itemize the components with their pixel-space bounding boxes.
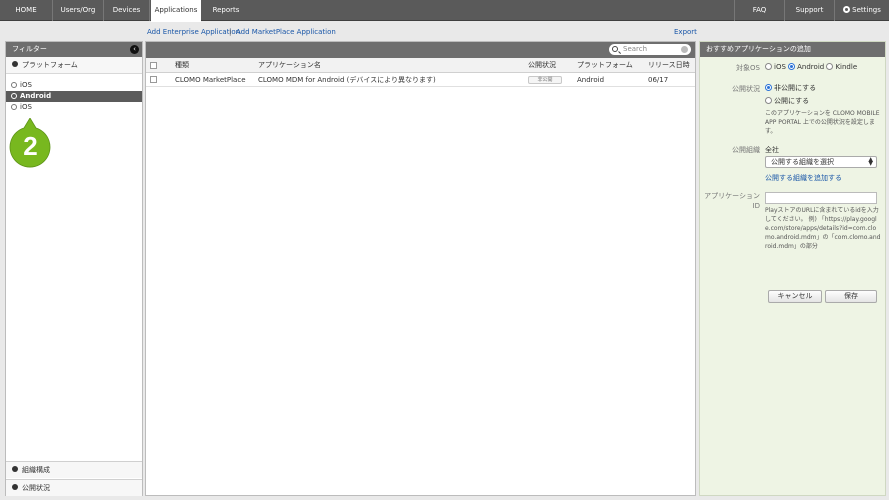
org-label: 公開組織 — [732, 146, 760, 154]
expand-dot-icon — [12, 466, 18, 472]
settings-label: Settings — [852, 6, 881, 14]
platform-option-ios-2[interactable]: iOS — [6, 102, 142, 113]
status-option-public[interactable]: 公開にする — [765, 96, 809, 106]
table-header: 種類 アプリケーション名 公開状況 プラットフォーム リリース日時 — [146, 58, 695, 73]
option-label: iOS — [20, 103, 32, 111]
row-release-date: 06/17 — [648, 76, 669, 84]
radio-icon — [11, 104, 17, 110]
header-type[interactable]: 種類 — [175, 58, 189, 73]
filter-title: フィルター — [12, 45, 47, 53]
save-button[interactable]: 保存 — [825, 290, 877, 303]
status-option-private[interactable]: 非公開にする — [765, 83, 816, 93]
app-id-input[interactable] — [765, 192, 877, 204]
row-checkbox[interactable] — [150, 76, 157, 83]
radio-selected-icon — [788, 63, 796, 70]
platform-section[interactable]: プラットフォーム — [6, 57, 142, 74]
org-value: 全社 — [765, 146, 779, 154]
row-app-name[interactable]: CLOMO MDM for Android (デバイスにより異なります) — [258, 73, 436, 87]
radio-selected-icon — [765, 84, 772, 91]
export-link[interactable]: Export — [674, 28, 697, 36]
application-table: Search 種類 アプリケーション名 公開状況 プラットフォーム リリース日時… — [145, 41, 696, 496]
target-os-label: 対象OS — [736, 64, 760, 72]
radio-icon — [765, 63, 772, 70]
table-toolbar: Search — [146, 42, 695, 58]
top-navigation: HOME Users/Org Devices Applications Repo… — [0, 0, 889, 22]
app-id-label: アプリケーション ID — [704, 192, 760, 210]
updown-icon: ▲ ▼ — [868, 156, 873, 167]
search-input[interactable]: Search — [609, 44, 691, 55]
radio-icon — [11, 82, 17, 88]
expand-dot-icon — [12, 484, 18, 490]
radio-icon — [11, 93, 17, 99]
table-row[interactable]: CLOMO MarketPlace CLOMO MDM for Android … — [146, 73, 695, 87]
os-option-android[interactable]: Android — [788, 63, 824, 71]
add-org-link[interactable]: 公開する組織を追加する — [765, 173, 842, 183]
add-marketplace-link[interactable]: Add MarketPlace Application — [236, 28, 336, 36]
status-badge: 非公開 — [528, 76, 562, 84]
row-type: CLOMO MarketPlace — [175, 76, 246, 84]
expand-dot-icon — [12, 61, 18, 67]
app-id-help-text: PlayストアのURLに含まれているidを入力してください。 例) 「https… — [765, 207, 881, 250]
org-select[interactable]: 公開する組織を選択 ▲ ▼ — [765, 156, 877, 168]
status-help-text: このアプリケーションを CLOMO MOBILE APP PORTAL 上での公… — [765, 110, 880, 135]
os-option-kindle[interactable]: Kindle — [826, 63, 857, 71]
filter-header: フィルター ‹ — [6, 42, 142, 57]
header-status[interactable]: 公開状況 — [528, 58, 556, 73]
radio-icon — [765, 97, 772, 104]
add-enterprise-link[interactable]: Add Enterprise Application — [147, 28, 240, 36]
os-kindle-label: Kindle — [835, 63, 858, 71]
nav-faq[interactable]: FAQ — [734, 0, 784, 21]
option-label: iOS — [20, 81, 32, 89]
os-option-ios[interactable]: iOS — [765, 63, 786, 71]
nav-applications[interactable]: Applications — [151, 0, 201, 22]
radio-icon — [826, 63, 834, 70]
step-number: 2 — [23, 131, 37, 161]
status-private-label: 非公開にする — [774, 84, 817, 92]
search-icon — [612, 46, 618, 52]
gear-icon — [843, 6, 851, 13]
header-app-name[interactable]: アプリケーション名 — [258, 58, 321, 73]
nav-home[interactable]: HOME — [0, 0, 53, 21]
org-section-label: 組織構成 — [22, 466, 50, 474]
nav-settings[interactable]: Settings — [834, 0, 889, 21]
filter-sidebar: フィルター ‹ プラットフォーム iOS Android iOS 組織構成 公開… — [5, 41, 143, 496]
status-public-label: 公開にする — [774, 97, 810, 105]
org-section[interactable]: 組織構成 — [6, 461, 142, 478]
platform-section-label: プラットフォーム — [22, 61, 78, 69]
search-placeholder: Search — [623, 45, 648, 53]
status-section-label: 公開状況 — [22, 484, 50, 492]
platform-option-android[interactable]: Android — [6, 91, 142, 102]
panel-title: おすすめアプリケーションの追加 — [700, 42, 885, 57]
status-label: 公開状況 — [732, 85, 760, 93]
os-ios-label: iOS — [774, 63, 786, 71]
os-radio-group: iOS Android Kindle — [765, 62, 857, 71]
nav-support[interactable]: Support — [784, 0, 834, 21]
cancel-button[interactable]: キャンセル — [768, 290, 822, 303]
option-label: Android — [20, 92, 52, 100]
collapse-icon[interactable]: ‹ — [130, 45, 139, 54]
nav-users-org[interactable]: Users/Org — [53, 0, 104, 21]
platform-option-ios[interactable]: iOS — [6, 80, 142, 91]
nav-reports[interactable]: Reports — [201, 0, 251, 21]
os-android-label: Android — [797, 63, 825, 71]
row-platform: Android — [577, 76, 605, 84]
org-select-value: 公開する組織を選択 — [771, 158, 834, 166]
header-platform[interactable]: プラットフォーム — [577, 58, 633, 73]
nav-devices[interactable]: Devices — [104, 0, 150, 21]
link-separator: | — [229, 28, 232, 36]
select-all-checkbox[interactable] — [150, 62, 157, 69]
status-section[interactable]: 公開状況 — [6, 479, 142, 496]
header-release-date[interactable]: リリース日時 — [648, 58, 690, 73]
step-badge: 2 — [9, 118, 51, 168]
clear-icon[interactable] — [681, 46, 688, 53]
